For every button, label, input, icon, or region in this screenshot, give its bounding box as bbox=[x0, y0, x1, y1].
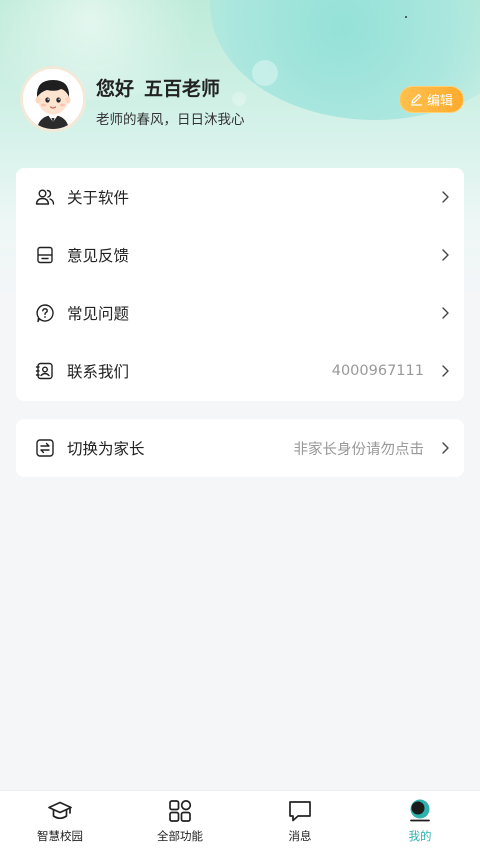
decorative-dot bbox=[405, 16, 407, 18]
edit-label: 编辑 bbox=[426, 94, 453, 109]
menu-item-faq[interactable]: 常见问题 bbox=[16, 284, 464, 342]
message-icon bbox=[287, 798, 313, 824]
switch-to-parent-item[interactable]: 切换为家长 非家长身份请勿点击 bbox=[16, 419, 464, 477]
menu-item-feedback[interactable]: 意见反馈 bbox=[16, 226, 464, 284]
switch-card: 切换为家长 非家长身份请勿点击 bbox=[16, 419, 464, 477]
menu-card: 关于软件 意见反馈 常见问题 联系我们 4000967111 bbox=[16, 168, 464, 401]
menu-item-contact[interactable]: 联系我们 4000967111 bbox=[16, 342, 464, 400]
chevron-right-icon bbox=[442, 307, 449, 319]
switch-hint: 非家长身份请勿点击 bbox=[293, 441, 425, 458]
tab-label: 全部功能 bbox=[157, 829, 203, 843]
switch-label: 切换为家长 bbox=[67, 440, 145, 458]
greeting-prefix: 您好 bbox=[96, 78, 135, 100]
greeting: 您好 五百老师 bbox=[96, 74, 220, 101]
pencil-icon bbox=[410, 93, 423, 106]
menu-item-about[interactable]: 关于软件 bbox=[16, 168, 464, 226]
menu-item-label: 关于软件 bbox=[67, 189, 130, 207]
bottom-tab-bar: 智慧校园 全部功能 消息 我的 bbox=[0, 790, 480, 853]
profile-icon bbox=[407, 798, 433, 824]
edit-button[interactable]: 编辑 bbox=[398, 86, 464, 113]
graduation-cap-icon bbox=[47, 798, 73, 824]
chevron-right-icon bbox=[442, 249, 449, 261]
menu-item-label: 联系我们 bbox=[67, 363, 130, 381]
tab-mine[interactable]: 我的 bbox=[360, 791, 480, 853]
tab-label: 消息 bbox=[288, 829, 312, 843]
contact-phone: 4000967111 bbox=[331, 363, 424, 379]
tab-all-functions[interactable]: 全部功能 bbox=[120, 791, 240, 853]
tab-label: 智慧校园 bbox=[37, 829, 83, 843]
menu-item-label: 常见问题 bbox=[67, 305, 130, 323]
chevron-right-icon bbox=[442, 442, 449, 454]
switch-icon bbox=[35, 438, 55, 458]
teacher-name: 五百老师 bbox=[144, 78, 221, 100]
chevron-right-icon bbox=[442, 191, 449, 203]
apps-grid-icon bbox=[167, 798, 193, 824]
feedback-icon bbox=[35, 245, 55, 265]
question-icon bbox=[35, 303, 55, 323]
tab-label: 我的 bbox=[408, 829, 432, 843]
menu-item-label: 意见反馈 bbox=[67, 247, 130, 265]
tab-messages[interactable]: 消息 bbox=[240, 791, 360, 853]
chevron-right-icon bbox=[442, 365, 449, 377]
contact-icon bbox=[35, 361, 55, 381]
avatar[interactable] bbox=[20, 66, 86, 132]
users-icon bbox=[35, 187, 55, 207]
tab-smart-campus[interactable]: 智慧校园 bbox=[0, 791, 120, 853]
profile-header: 您好 五百老师 老师的春风，日日沐我心 编辑 bbox=[20, 66, 464, 136]
motto: 老师的春风，日日沐我心 bbox=[96, 112, 245, 128]
